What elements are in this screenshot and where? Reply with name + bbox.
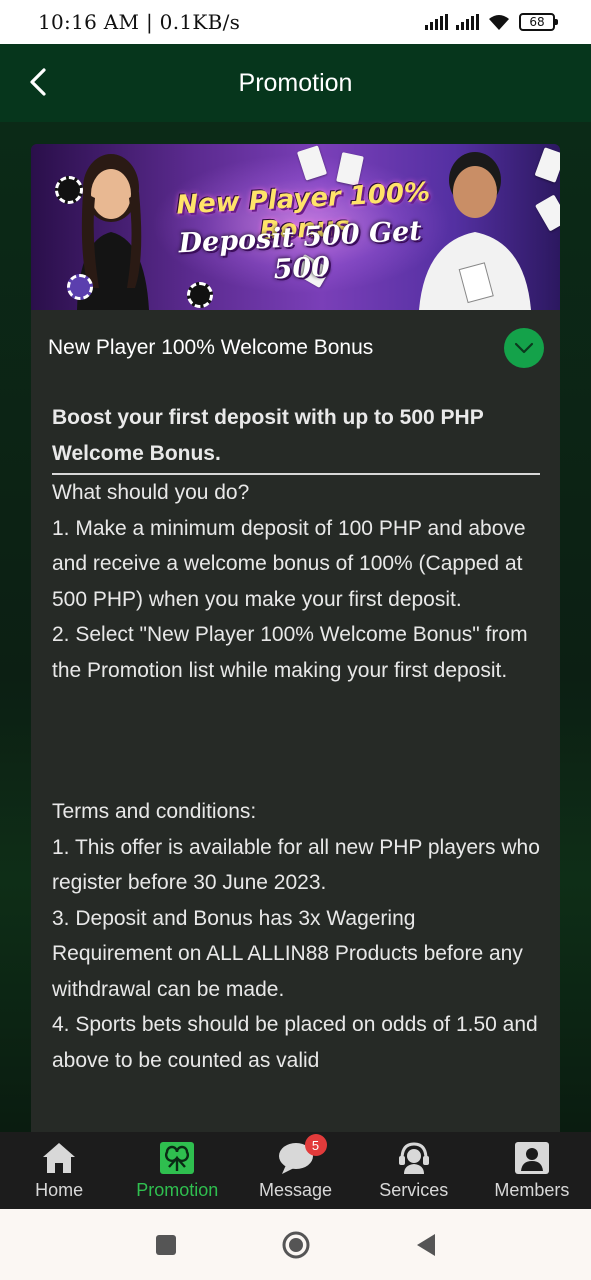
chevron-left-icon	[30, 68, 46, 96]
promo-paragraph: 1. Make a minimum deposit of 100 PHP and…	[52, 516, 526, 611]
promotion-icon	[158, 1140, 196, 1176]
triangle-back-icon	[416, 1233, 435, 1256]
content-area[interactable]: New Player 100% Bonus Deposit 500 Get 50…	[0, 122, 591, 1132]
system-nav-bar	[0, 1209, 591, 1280]
nav-label-services: Services	[379, 1180, 449, 1200]
nav-label-home: Home	[35, 1180, 84, 1200]
promo-banner[interactable]: New Player 100% Bonus Deposit 500 Get 50…	[31, 144, 560, 310]
status-icons: 68	[425, 13, 558, 31]
collapse-toggle-button[interactable]	[504, 328, 544, 368]
page-title: Promotion	[238, 68, 353, 97]
nav-label-members: Members	[494, 1180, 570, 1200]
status-time: 10:16 AM | 0.1KB/s	[38, 10, 241, 34]
signal-icon	[425, 14, 448, 30]
nav-item-members[interactable]: Members	[473, 1132, 591, 1209]
message-icon: 5	[277, 1134, 327, 1176]
square-icon	[155, 1234, 176, 1255]
back-system-button[interactable]	[361, 1209, 491, 1280]
promo-paragraph: What should you do?	[52, 481, 250, 504]
nav-label-message: Message	[258, 1180, 333, 1200]
chip-graphic	[67, 274, 93, 300]
member-icon	[513, 1140, 551, 1176]
promo-description: Boost your first deposit with up to 500 …	[31, 386, 560, 1078]
message-badge: 5	[304, 1134, 327, 1156]
nav-item-services[interactable]: Services	[355, 1132, 473, 1209]
nav-item-home[interactable]: Home	[0, 1132, 118, 1209]
chip-graphic	[55, 176, 83, 204]
bottom-nav: Home Promotion 5 Message Services Member…	[0, 1132, 591, 1209]
home-system-button[interactable]	[231, 1209, 361, 1280]
terms-paragraph: 4. Sports bets should be placed on odds …	[52, 1013, 538, 1072]
nav-label-promotion: Promotion	[136, 1180, 219, 1200]
back-button[interactable]	[20, 64, 56, 100]
circle-icon	[282, 1231, 309, 1258]
terms-heading: Terms and conditions:	[52, 800, 257, 823]
promo-paragraph: 2. Select "New Player 100% Welcome Bonus…	[52, 623, 528, 682]
promo-title-row[interactable]: New Player 100% Welcome Bonus	[31, 310, 560, 386]
chevron-down-icon	[514, 342, 534, 354]
terms-paragraph: 3. Deposit and Bonus has 3x Wagering Req…	[52, 906, 523, 1001]
headset-icon	[395, 1140, 433, 1176]
banner-woman-image	[77, 154, 149, 310]
app-header: Promotion	[0, 44, 591, 122]
home-icon	[40, 1140, 78, 1176]
wifi-icon	[489, 15, 509, 30]
promo-card: New Player 100% Bonus Deposit 500 Get 50…	[31, 144, 560, 1132]
battery-icon: 68	[519, 13, 558, 31]
recent-apps-button[interactable]	[101, 1209, 231, 1280]
status-bar: 10:16 AM | 0.1KB/s 68	[0, 0, 591, 44]
nav-item-promotion[interactable]: Promotion	[118, 1132, 236, 1209]
promo-lead-text: Boost your first deposit with up to 500 …	[52, 400, 540, 475]
nav-item-message[interactable]: 5 Message	[236, 1132, 354, 1209]
terms-paragraph: 1. This offer is available for all new P…	[52, 835, 540, 895]
promo-title: New Player 100% Welcome Bonus	[48, 336, 374, 359]
battery-level: 68	[529, 15, 545, 29]
signal-icon-2	[456, 14, 479, 30]
